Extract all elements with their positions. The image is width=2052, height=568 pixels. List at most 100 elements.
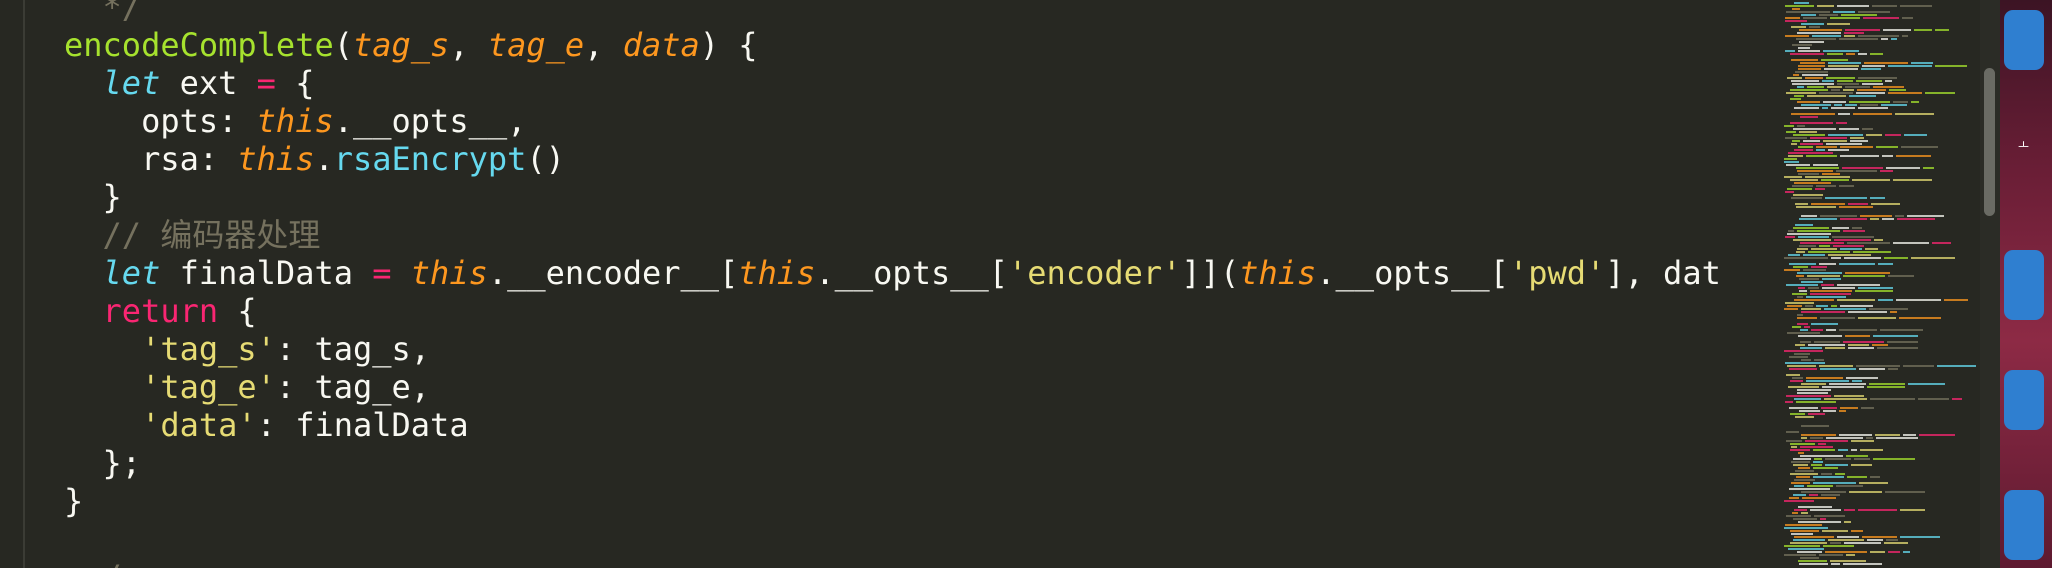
minimap-segment	[1816, 305, 1828, 307]
minimap-segment	[1893, 242, 1929, 244]
minimap-segment	[1890, 311, 1897, 313]
minimap-segment	[1807, 275, 1840, 277]
minimap-segment	[1814, 515, 1845, 517]
code-line[interactable]	[64, 520, 1721, 558]
code-line[interactable]: opts: this.__opts__,	[64, 102, 1721, 140]
minimap-segment	[1837, 5, 1869, 7]
minimap-segment	[1794, 2, 1809, 4]
minimap-segment	[1789, 497, 1799, 499]
minimap-segment	[1791, 26, 1806, 28]
minimap-segment	[1792, 377, 1803, 379]
minimap-segment	[1793, 266, 1808, 268]
minimap-segment	[1810, 293, 1851, 295]
minimap-segment	[1853, 113, 1892, 115]
minimap-segment	[1865, 248, 1878, 250]
minimap-segment	[1807, 86, 1824, 88]
minimap-segment	[1795, 344, 1805, 346]
minimap-segment	[1795, 71, 1828, 73]
code-line[interactable]: /	[64, 558, 1721, 568]
code-token: 'tag_e'	[141, 368, 276, 406]
minimap-segment	[1794, 509, 1807, 511]
minimap-segment	[1796, 206, 1836, 208]
dock-app-icon[interactable]	[2004, 250, 2044, 320]
minimap-segment	[1792, 8, 1800, 10]
minimap-segment	[1788, 386, 1819, 388]
minimap-segment	[1793, 539, 1825, 541]
code-editor[interactable]: */encodeComplete(tag_s, tag_e, data) { l…	[0, 0, 1780, 568]
minimap-segment	[1831, 107, 1855, 109]
code-line[interactable]: */	[64, 0, 1721, 26]
minimap-segment	[1826, 77, 1855, 79]
minimap-segment	[1795, 203, 1808, 205]
code-text[interactable]: */encodeComplete(tag_s, tag_e, data) { l…	[64, 0, 1721, 568]
minimap-segment	[1845, 104, 1857, 106]
minimap-segment	[1785, 191, 1794, 193]
dock-app-icon[interactable]	[2004, 490, 2044, 560]
code-token: 'tag_s'	[141, 330, 276, 368]
vertical-scrollbar[interactable]	[1980, 0, 2000, 568]
minimap-segment	[1935, 29, 1949, 31]
minimap-segment	[1849, 101, 1890, 103]
minimap-segment	[1925, 92, 1955, 94]
minimap-segment	[1809, 494, 1818, 496]
minimap-segment	[1822, 80, 1834, 82]
code-line[interactable]: encodeComplete(tag_s, tag_e, data) {	[64, 26, 1721, 64]
minimap-segment	[1784, 269, 1800, 271]
minimap-segment	[1858, 53, 1867, 55]
code-line[interactable]: 'data': finalData	[64, 406, 1721, 444]
minimap-segment	[1880, 329, 1923, 331]
minimap-segment	[1823, 140, 1847, 142]
minimap-segment	[1882, 218, 1894, 220]
code-line[interactable]: }	[64, 178, 1721, 216]
minimap-segment	[1819, 263, 1836, 265]
code-line[interactable]: }	[64, 482, 1721, 520]
code-line[interactable]: let finalData = this.__encoder__[this.__…	[64, 254, 1721, 292]
minimap-segment	[1791, 143, 1797, 145]
code-line[interactable]: };	[64, 444, 1721, 482]
scrollbar-thumb[interactable]	[1984, 68, 1995, 216]
minimap-segment	[1789, 407, 1818, 409]
minimap-segment	[1785, 35, 1809, 37]
minimap-segment	[1793, 494, 1806, 496]
minimap-segment	[1840, 218, 1867, 220]
minimap-segment	[1799, 290, 1807, 292]
minimap-segment	[1790, 53, 1824, 55]
minimap-segment	[1885, 491, 1925, 493]
minimap-segment	[1862, 128, 1873, 130]
minimap[interactable]	[1782, 0, 1982, 568]
code-line[interactable]: // 编码器处理	[64, 216, 1721, 254]
minimap-segment	[1858, 11, 1890, 13]
code-line[interactable]: return {	[64, 292, 1721, 330]
minimap-segment	[1803, 140, 1820, 142]
minimap-segment	[1798, 467, 1810, 469]
minimap-segment	[1799, 29, 1842, 31]
code-token: ext	[160, 64, 257, 102]
minimap-segment	[1801, 215, 1817, 217]
minimap-segment	[1800, 557, 1819, 559]
code-token: .__opts__[	[815, 254, 1009, 292]
minimap-segment	[1787, 332, 1820, 334]
minimap-segment	[1896, 299, 1941, 301]
code-line[interactable]: 'tag_s': tag_s,	[64, 330, 1721, 368]
minimap-segment	[1800, 446, 1833, 448]
minimap-segment	[1794, 149, 1813, 151]
minimap-segment	[1798, 452, 1804, 454]
code-line[interactable]: let ext = {	[64, 64, 1721, 102]
minimap-segment	[1857, 89, 1886, 91]
dock-app-icon[interactable]	[2004, 370, 2044, 430]
minimap-segment	[1788, 155, 1803, 157]
indent-guide	[23, 0, 25, 568]
minimap-segment	[1794, 485, 1804, 487]
minimap-segment	[1827, 23, 1850, 25]
dock-app-icon[interactable]	[2004, 10, 2044, 70]
code-token: ]](	[1181, 254, 1240, 292]
minimap-segment	[1848, 203, 1868, 205]
minimap-segment	[1794, 299, 1834, 301]
code-line[interactable]: rsa: this.rsaEncrypt()	[64, 140, 1721, 178]
minimap-segment	[1825, 464, 1848, 466]
code-line[interactable]: 'tag_e': tag_e,	[64, 368, 1721, 406]
minimap-segment	[1828, 62, 1861, 64]
minimap-segment	[1821, 407, 1837, 409]
minimap-segment	[1797, 248, 1808, 250]
minimap-segment	[1822, 530, 1848, 532]
